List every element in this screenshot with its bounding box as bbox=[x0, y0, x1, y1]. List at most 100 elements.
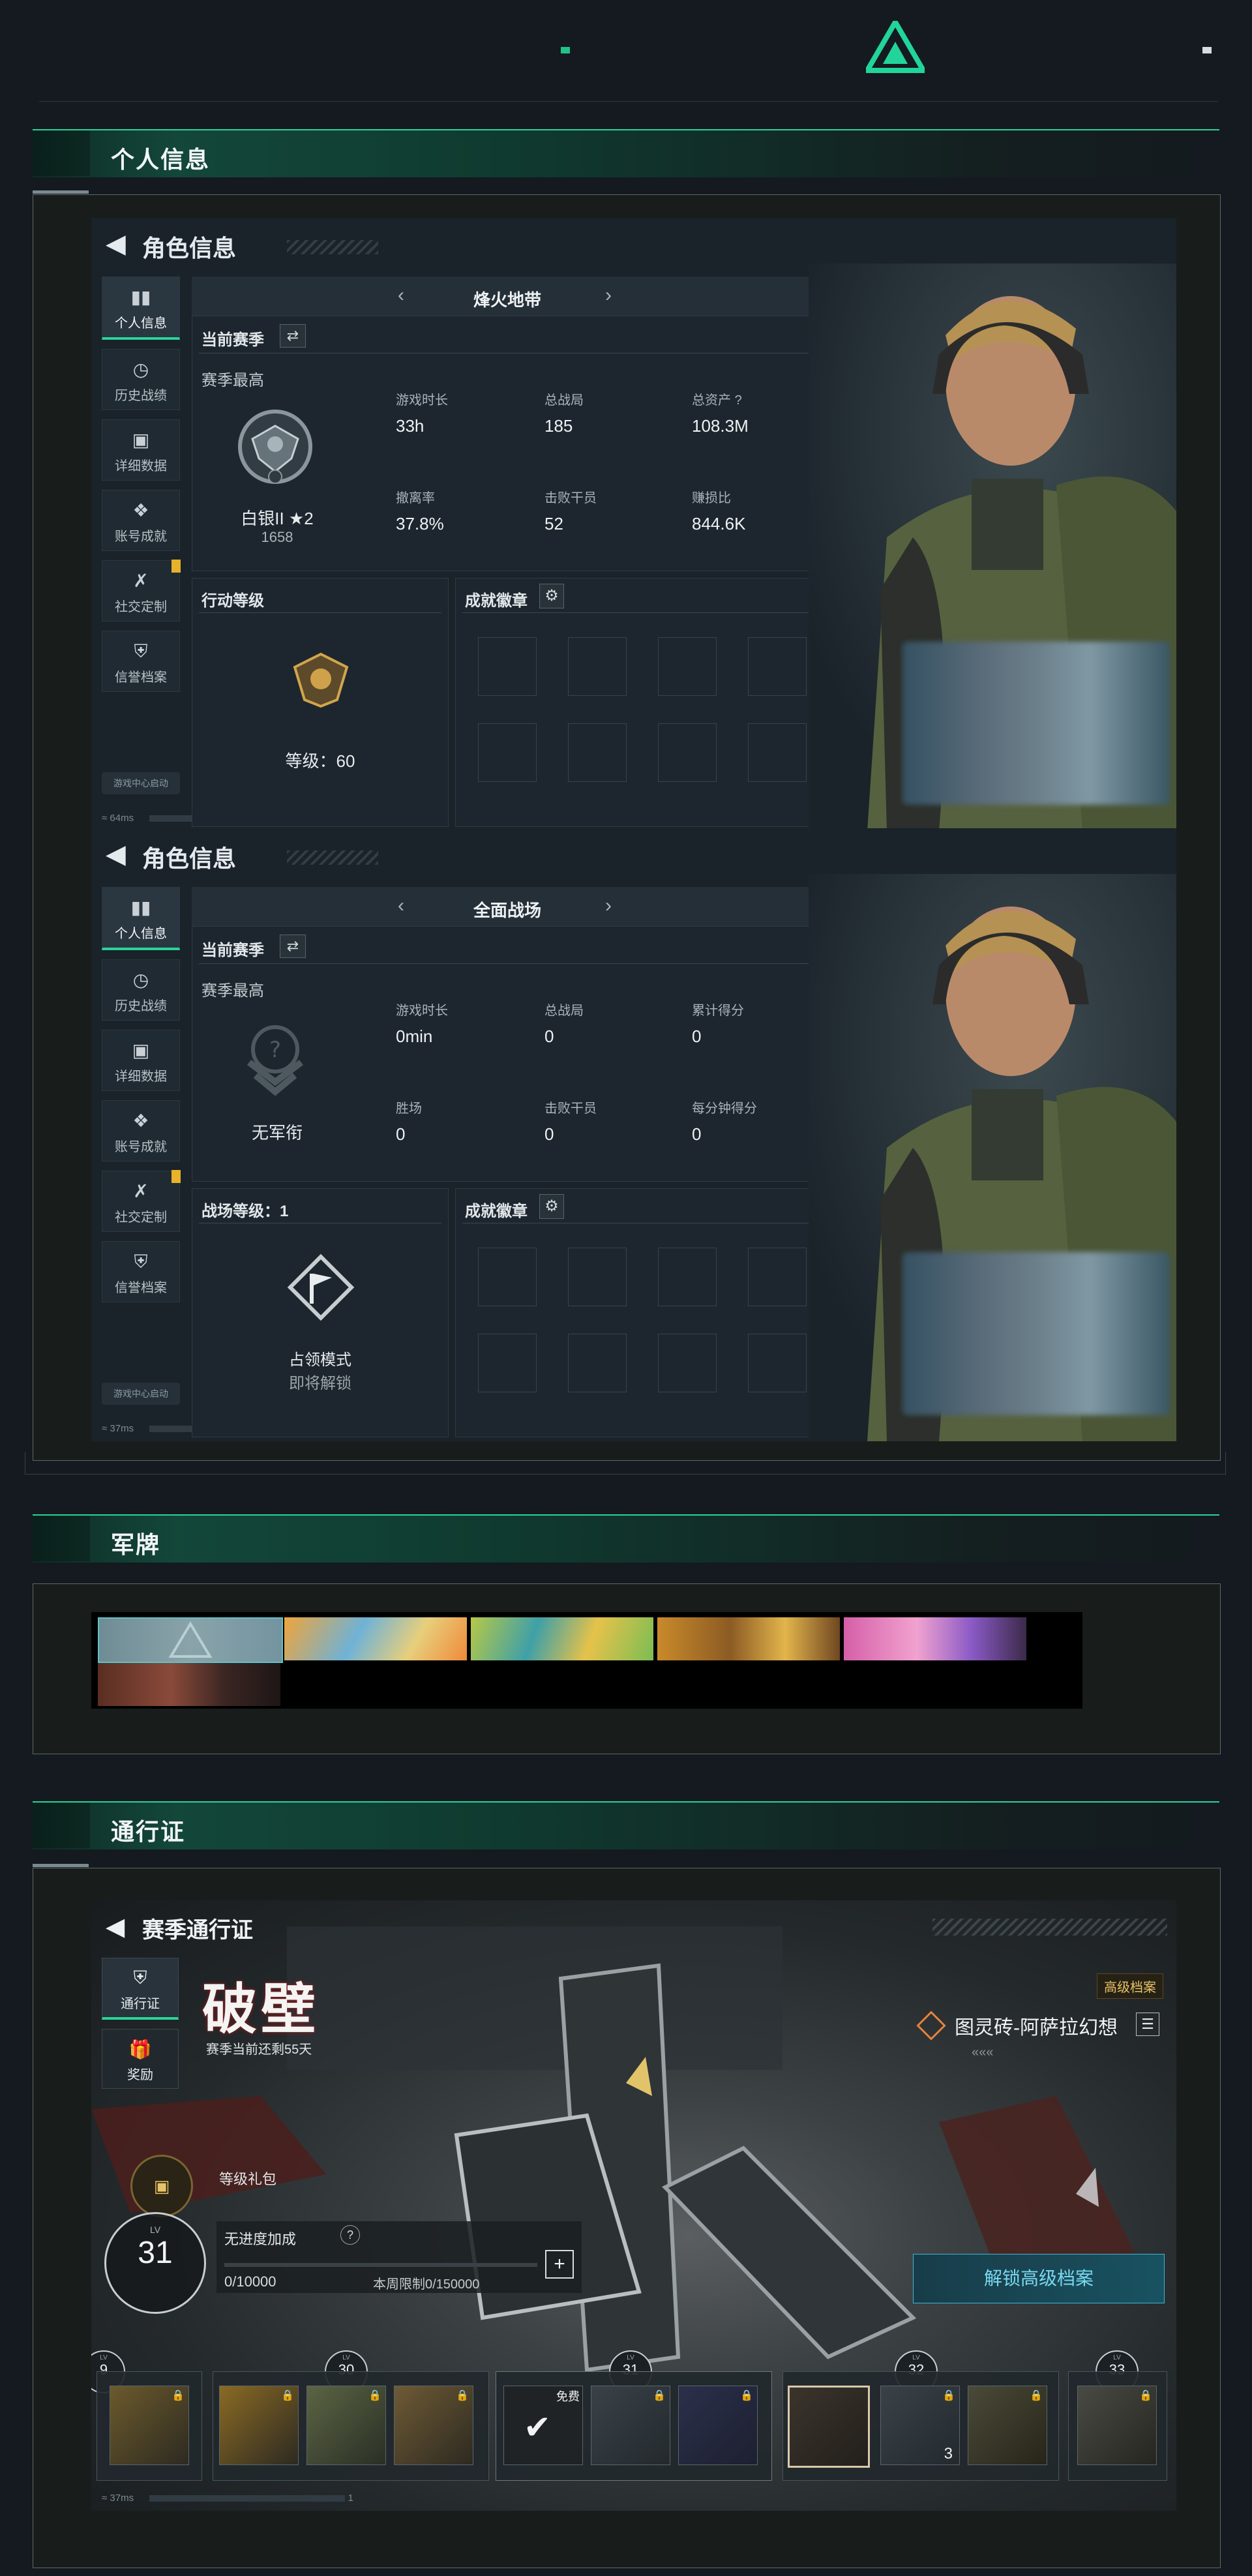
swap-icon[interactable]: ⇄ bbox=[280, 935, 306, 958]
help-icon[interactable]: ? bbox=[735, 393, 742, 408]
add-xp-button[interactable]: + bbox=[545, 2250, 574, 2279]
folder-icon: ▣ bbox=[132, 1040, 150, 1060]
sidebar-item-history[interactable]: ◷ 历史战绩 bbox=[102, 959, 180, 1021]
badge-slot[interactable] bbox=[478, 1248, 537, 1306]
sidebar-item-profile[interactable]: ▮▮ 个人信息 bbox=[102, 277, 180, 340]
reward-item[interactable]: 🔒 bbox=[219, 2386, 299, 2465]
gear-icon[interactable]: ⚙ bbox=[539, 584, 564, 608]
ping-text: 37ms bbox=[110, 1423, 134, 1434]
sidebar-item-achievements[interactable]: ❖ 账号成就 bbox=[102, 1100, 180, 1161]
level-title: 行动等级 bbox=[201, 592, 264, 610]
section-marker bbox=[33, 1516, 90, 1561]
reward-item[interactable]: 🔒 bbox=[678, 2386, 758, 2465]
badge-slot[interactable] bbox=[568, 1248, 627, 1306]
lock-icon: 🔒 bbox=[456, 2390, 469, 2401]
stat-wins: 胜场 0 bbox=[396, 1101, 422, 1144]
sidebar-item-social[interactable]: ✗ 社交定制 bbox=[102, 560, 181, 622]
section-title: 通行证 bbox=[111, 1818, 186, 1845]
badge-slot[interactable] bbox=[478, 637, 537, 696]
tag-item[interactable] bbox=[284, 1617, 467, 1660]
xp-bonus-label: 无进度加成 bbox=[224, 2231, 297, 2247]
badge-slot[interactable] bbox=[658, 1334, 717, 1392]
help-icon[interactable]: ? bbox=[340, 2225, 360, 2245]
sidebar-item-social[interactable]: ✗ 社交定制 bbox=[102, 1170, 181, 1232]
chevron-right-icon[interactable]: › bbox=[605, 895, 612, 917]
badge-slot[interactable] bbox=[478, 723, 537, 782]
game-center-button[interactable]: 游戏中心启动 bbox=[102, 1383, 180, 1405]
season-best-label: 赛季最高 bbox=[201, 982, 264, 1000]
notification-badge bbox=[171, 560, 181, 573]
badge-slot[interactable] bbox=[478, 1334, 537, 1392]
back-arrow-icon[interactable]: ◀ bbox=[106, 841, 126, 867]
level-badge-icon bbox=[293, 652, 349, 708]
tab-rewards[interactable]: 🎁 奖励 bbox=[102, 2029, 179, 2089]
title-stripes bbox=[287, 850, 378, 865]
tab-label: 奖励 bbox=[127, 2068, 153, 2082]
unlock-premium-button[interactable]: 解锁高级档案 bbox=[913, 2254, 1165, 2303]
featured-skin-name[interactable]: 图灵砖-阿萨拉幻想 bbox=[955, 2011, 1118, 2040]
reward-item[interactable]: 🔒 bbox=[1077, 2386, 1157, 2465]
badge-slot[interactable] bbox=[568, 723, 627, 782]
reward-item-selected[interactable] bbox=[788, 2386, 870, 2468]
gear-icon[interactable]: ⚙ bbox=[539, 1194, 564, 1219]
tag-item[interactable] bbox=[657, 1617, 840, 1660]
reward-item[interactable]: 🔒 bbox=[110, 2386, 189, 2465]
badge-slot[interactable] bbox=[658, 1248, 717, 1306]
reward-item[interactable]: 🔒 bbox=[306, 2386, 386, 2465]
level-title: 战场等级：1 bbox=[201, 1203, 289, 1220]
list-icon[interactable]: ☰ bbox=[1136, 2013, 1159, 2036]
badge-slot[interactable] bbox=[658, 723, 717, 782]
sidebar-item-details[interactable]: ▣ 详细数据 bbox=[102, 419, 180, 481]
status-progress bbox=[149, 2495, 346, 2502]
section-header-pass: 通行证 bbox=[33, 1801, 1219, 1850]
clock-icon: ◷ bbox=[132, 970, 149, 990]
reward-item-free[interactable]: 免费 ✔ bbox=[503, 2386, 583, 2465]
battlefield-level-card: 战场等级：1 占领模式 即将解锁 bbox=[192, 1188, 449, 1437]
game-center-button[interactable]: 游戏中心启动 bbox=[102, 772, 180, 794]
wifi-icon: ≈ bbox=[102, 813, 108, 824]
badge-slot[interactable] bbox=[748, 723, 807, 782]
ping-text: 37ms bbox=[110, 2493, 134, 2504]
back-arrow-icon[interactable]: ◀ bbox=[106, 231, 126, 257]
mode-selector[interactable]: ‹ 烽火地带 › bbox=[192, 277, 823, 316]
stat-score: 累计得分 0 bbox=[692, 1004, 744, 1046]
stat-assets: 总资产 ? 108.3M bbox=[692, 393, 749, 436]
badge-slot[interactable] bbox=[568, 1334, 627, 1392]
section-title: 个人信息 bbox=[111, 146, 211, 173]
achievement-card: 成就徽章 ⚙ bbox=[455, 578, 824, 827]
swap-icon[interactable]: ⇄ bbox=[280, 324, 306, 348]
sidebar-item-profile[interactable]: ▮▮ 个人信息 bbox=[102, 887, 180, 950]
reward-item[interactable]: 🔒 bbox=[591, 2386, 670, 2465]
stat-kills: 击败干员 0 bbox=[544, 1101, 597, 1144]
sidebar-item-reputation[interactable]: ⛨ 信誉档案 bbox=[102, 631, 180, 692]
season-remaining: 赛季当前还剩55天 bbox=[206, 2043, 312, 2057]
mode-selector[interactable]: ‹ 全面战场 › bbox=[192, 887, 823, 926]
reward-item[interactable]: 🔒 bbox=[394, 2386, 473, 2465]
badge-slot[interactable] bbox=[748, 637, 807, 696]
sidebar-item-achievements[interactable]: ❖ 账号成就 bbox=[102, 490, 180, 551]
tag-item[interactable] bbox=[844, 1617, 1026, 1660]
back-arrow-icon[interactable]: ◀ bbox=[106, 1912, 125, 1941]
bar-chart-icon: ▮▮ bbox=[130, 897, 151, 918]
sidebar-label: 详细数据 bbox=[115, 459, 167, 473]
badge-slot[interactable] bbox=[568, 637, 627, 696]
tag-item[interactable] bbox=[98, 1663, 280, 1706]
badge-slot[interactable] bbox=[748, 1334, 807, 1392]
tag-item[interactable] bbox=[98, 1617, 283, 1663]
pass-level-ring: LV 31 bbox=[104, 2212, 206, 2314]
sidebar-item-history[interactable]: ◷ 历史战绩 bbox=[102, 349, 180, 410]
tab-pass[interactable]: ⛨ 通行证 bbox=[102, 1958, 179, 2020]
tag-item[interactable] bbox=[471, 1617, 653, 1660]
level-gift-icon[interactable]: ▣ bbox=[130, 2155, 193, 2217]
section-marker bbox=[33, 130, 90, 176]
reward-item[interactable]: 🔒 bbox=[968, 2386, 1047, 2465]
badge-slot[interactable] bbox=[658, 637, 717, 696]
badge-slot[interactable] bbox=[748, 1248, 807, 1306]
sidebar-item-reputation[interactable]: ⛨ 信誉档案 bbox=[102, 1241, 180, 1302]
xp-box: 无进度加成 ? + 0/10000 本周限制0/150000 bbox=[216, 2221, 582, 2293]
reward-item[interactable]: 🔒 3 bbox=[880, 2386, 960, 2465]
sidebar-item-details[interactable]: ▣ 详细数据 bbox=[102, 1030, 180, 1091]
section-header-tags: 军牌 bbox=[33, 1514, 1219, 1563]
chevron-right-icon[interactable]: › bbox=[605, 284, 612, 307]
sidebar-label: 账号成就 bbox=[115, 530, 167, 544]
